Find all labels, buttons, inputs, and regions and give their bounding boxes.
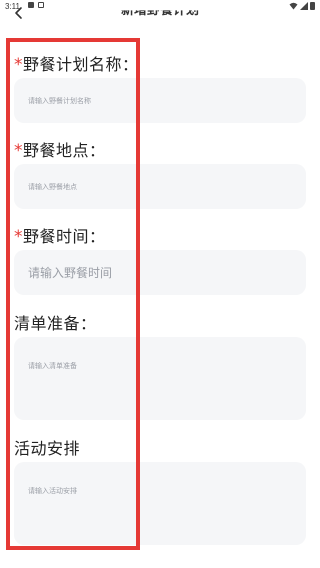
required-mark: * bbox=[14, 227, 23, 247]
page-title: 新增野餐计划 bbox=[120, 3, 199, 18]
activities-textarea[interactable] bbox=[14, 462, 306, 545]
location-label-text: 野餐地点： bbox=[23, 141, 106, 160]
activities-label: 活动安排 bbox=[14, 439, 81, 458]
header: 新增野餐计划 bbox=[0, 0, 320, 24]
location-field[interactable] bbox=[14, 164, 306, 209]
required-mark: * bbox=[14, 55, 23, 75]
location-label: *野餐地点： bbox=[14, 137, 106, 161]
required-mark: * bbox=[14, 141, 23, 161]
plan-name-label: *野餐计划名称： bbox=[14, 51, 139, 75]
checklist-textarea[interactable] bbox=[14, 337, 306, 420]
activities-field[interactable] bbox=[14, 462, 306, 545]
time-label: *野餐时间： bbox=[14, 223, 106, 247]
time-field[interactable] bbox=[14, 250, 306, 295]
time-input[interactable] bbox=[14, 250, 306, 295]
location-input[interactable] bbox=[14, 164, 306, 209]
plan-name-field[interactable] bbox=[14, 78, 306, 123]
plan-name-input[interactable] bbox=[14, 78, 306, 123]
checklist-label: 清单准备： bbox=[14, 314, 97, 333]
plan-name-label-text: 野餐计划名称： bbox=[23, 55, 139, 74]
time-label-text: 野餐时间： bbox=[23, 227, 106, 246]
checklist-field[interactable] bbox=[14, 337, 306, 420]
